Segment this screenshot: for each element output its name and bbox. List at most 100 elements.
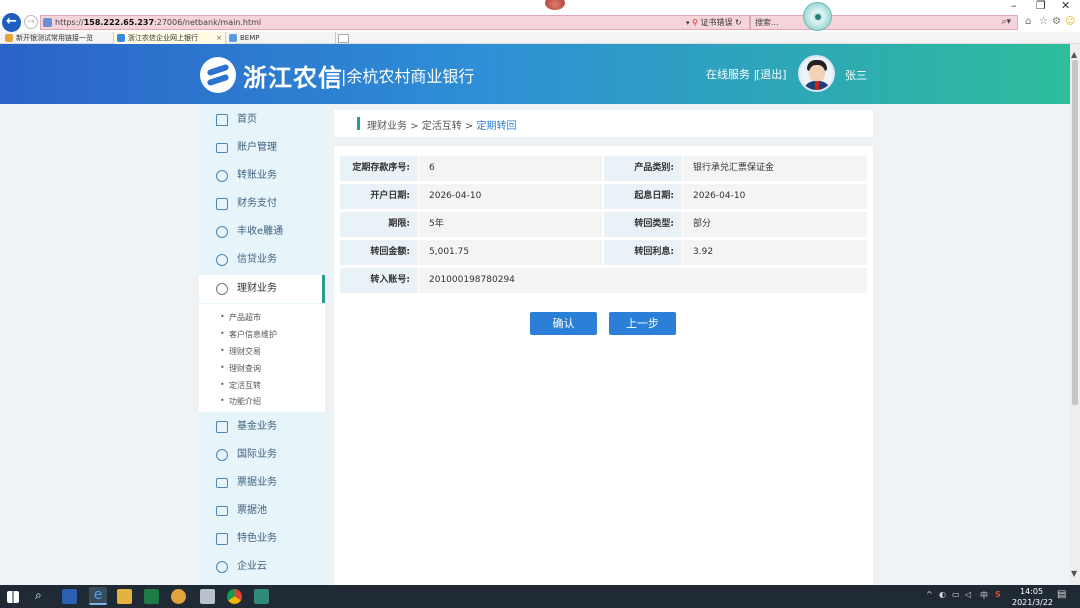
scroll-down-icon[interactable]: ▼ (1071, 569, 1077, 578)
form-value-return-type: 部分 (683, 212, 867, 237)
url-rest: :27006/netbank/main.html (154, 18, 262, 27)
sidebar-item-loan[interactable]: 信贷业务 (199, 246, 325, 274)
sidebar-item-fengshou[interactable]: 丰收e雕通 (199, 218, 325, 246)
search-taskbar-icon[interactable]: ⌕ (35, 588, 42, 603)
tray-chevron-icon[interactable]: ^ (926, 590, 933, 599)
tab-close-icon[interactable]: × (216, 32, 222, 44)
forward-button[interactable]: → (24, 15, 38, 29)
windows-start-icon[interactable] (7, 591, 19, 603)
form-value-deposit-no: 6 (419, 156, 602, 181)
user-name: 张三 (845, 69, 867, 82)
sidebar-item-special[interactable]: 特色业务 (199, 525, 325, 553)
submenu-fixed-demand[interactable]: 定活互转 (220, 380, 261, 391)
eye-care-icon[interactable] (803, 2, 832, 31)
calculator-icon[interactable] (200, 589, 215, 604)
tray-app-icon[interactable]: ◐ (939, 590, 946, 599)
form-label-deposit-no: 定期存款序号: (340, 156, 418, 181)
sidebar-item-bill-pool[interactable]: 票据池 (199, 497, 325, 525)
sidebar-item-international[interactable]: 国际业务 (199, 441, 325, 469)
fund-icon (216, 421, 228, 433)
sogou-icon[interactable]: S (995, 590, 1001, 599)
payment-icon (216, 198, 228, 210)
favorites-icon[interactable]: ☆ (1039, 16, 1048, 27)
cert-warning[interactable]: ▾ ⚲ 证书错误 ↻ (686, 15, 742, 30)
confirm-button[interactable]: 确认 (530, 312, 597, 335)
online-service-link[interactable]: 在线服务 | (706, 66, 757, 82)
bill-pool-icon (216, 506, 228, 516)
form-label-value-date: 起息日期: (604, 184, 682, 209)
logo-text: 浙江农信 (243, 64, 343, 92)
tab-favicon (117, 34, 125, 42)
app-icon[interactable] (254, 589, 269, 604)
loan-icon (216, 254, 228, 266)
word-icon[interactable] (62, 589, 77, 604)
sidebar-item-account[interactable]: 账户管理 (199, 134, 325, 162)
ime-indicator[interactable]: 中 (980, 590, 988, 601)
sidebar-item-bill[interactable]: 票据业务 (199, 469, 325, 497)
smiley-icon[interactable]: ☺ (1065, 16, 1075, 27)
globe-icon (216, 449, 228, 461)
file-explorer-icon[interactable] (117, 589, 132, 604)
excel-icon[interactable] (144, 589, 159, 604)
logout-link[interactable]: [退出] (756, 66, 787, 82)
back-button[interactable]: ← (2, 13, 21, 32)
sidebar-item-transfer[interactable]: 转账业务 (199, 162, 325, 190)
sidebar-item-wealth[interactable]: 理财业务 (199, 275, 325, 303)
close-icon[interactable]: ✕ (1061, 0, 1070, 12)
clock-date[interactable]: 2021/3/22 (1012, 598, 1053, 607)
compass-icon (216, 226, 228, 238)
scroll-up-icon[interactable]: ▲ (1071, 50, 1077, 59)
bank-logo-icon (200, 57, 236, 93)
clock-time[interactable]: 14:05 (1020, 587, 1043, 596)
minimize-icon[interactable]: – (1011, 0, 1017, 12)
tab-favicon (5, 34, 13, 42)
tab-netbank[interactable]: 浙江农信企业网上银行 × (114, 32, 226, 44)
chrome-icon[interactable] (227, 589, 242, 604)
form-value-term: 5年 (419, 212, 602, 237)
breadcrumb: 理财业务 > 定活互转 > 定期转回 (367, 121, 517, 132)
url-prefix: https:// (55, 18, 84, 27)
sidebar-item-home[interactable]: 首页 (199, 106, 325, 134)
restore-icon[interactable]: ❐ (1036, 0, 1046, 12)
notification-icon[interactable]: ▤ (1057, 589, 1066, 600)
bill-icon (216, 478, 228, 488)
ie-icon[interactable]: e (89, 587, 107, 605)
previous-step-button[interactable]: 上一步 (609, 312, 676, 335)
form-label-return-type: 转回类型: (604, 212, 682, 237)
home-toolbar-icon[interactable]: ⌂ (1025, 16, 1031, 27)
settings-icon[interactable]: ⚙ (1052, 16, 1061, 27)
bank-header (0, 44, 1070, 104)
tab-favicon (229, 34, 237, 42)
form-value-return-amount: 5,001.75 (419, 240, 602, 265)
url-field[interactable]: https://158.222.65.237:27006/netbank/mai… (40, 15, 750, 30)
transfer-icon (216, 170, 228, 182)
sidebar-item-payment[interactable]: 财务支付 (199, 190, 325, 218)
refresh-icon[interactable]: ↻ (735, 18, 742, 27)
avatar (798, 55, 835, 92)
scroll-thumb[interactable] (1072, 60, 1078, 405)
special-icon (216, 533, 228, 545)
card-icon (216, 143, 228, 153)
breadcrumb-level1[interactable]: 理财业务 (367, 121, 407, 132)
network-icon[interactable]: ▭ (952, 590, 960, 599)
sidebar-item-cloud[interactable]: 企业云 (199, 553, 325, 581)
submenu-wealth-trade[interactable]: 理财交易 (220, 346, 261, 357)
submenu-product-market[interactable]: 产品超市 (220, 312, 261, 323)
search-input[interactable]: 搜索... ⌕▾ (750, 15, 1018, 30)
search-icon[interactable]: ⌕▾ (1001, 16, 1011, 29)
new-tab-button[interactable] (338, 34, 349, 43)
bank-name: |余杭农村商业银行 (341, 67, 475, 86)
form-label-return-amount: 转回金额: (340, 240, 418, 265)
submenu-wealth-query[interactable]: 理财查询 (220, 363, 261, 374)
breadcrumb-level2[interactable]: 定活互转 (422, 121, 462, 132)
form-value-value-date: 2026-04-10 (683, 184, 867, 209)
volume-icon[interactable]: ◁ (965, 590, 971, 599)
browser-taskbar-icon[interactable] (171, 589, 186, 604)
form-value-return-interest: 3.92 (683, 240, 867, 265)
tab-links[interactable]: 新开银测试常用链接一览 (2, 32, 114, 44)
submenu-customer-info[interactable]: 客户信息维护 (220, 329, 277, 340)
submenu-intro[interactable]: 功能介绍 (220, 396, 261, 407)
sidebar-item-fund[interactable]: 基金业务 (199, 413, 325, 441)
breadcrumb-current: 定期转回 (476, 121, 517, 132)
tab-bemp[interactable]: BEMP (226, 32, 336, 44)
